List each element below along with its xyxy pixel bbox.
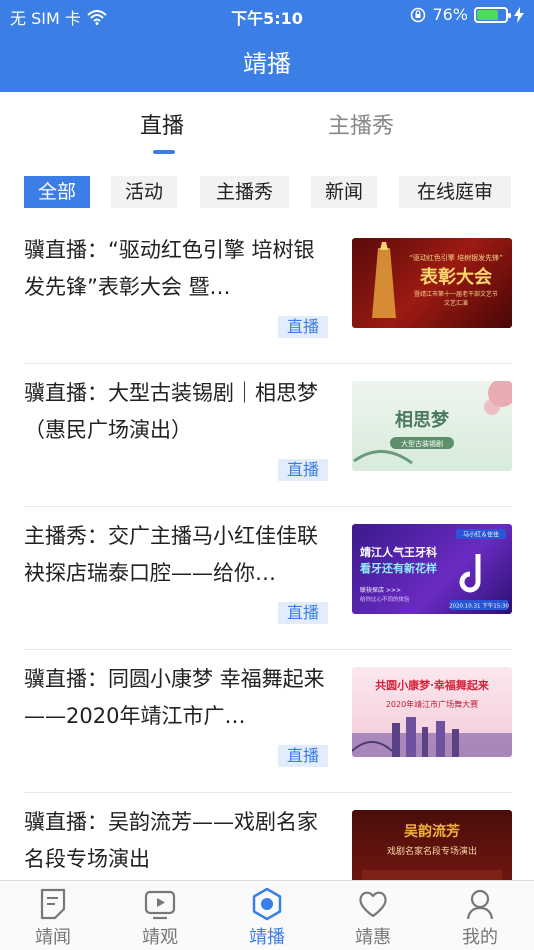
svg-text:共圆小康梦·幸福舞起来: 共圆小康梦·幸福舞起来 [375,678,490,692]
filter-news[interactable]: 新闻 [311,176,377,208]
page-title: 靖播 [243,50,291,78]
svg-text:表彰大会: 表彰大会 [420,266,492,288]
list-item[interactable]: 骥直播：同圆小康梦 幸福舞起来——2020年靖江市广… 直播 共圆小康梦·幸福舞… [24,651,512,793]
tabbar-news[interactable]: 靖闻 [18,887,88,949]
document-icon [40,888,66,920]
tabbar-label: 靖惠 [355,927,391,948]
svg-text:“驱动红色引擎 培树银发先锋”: “驱动红色引擎 培树银发先锋” [409,253,502,262]
thumbnail-art: 马小红＆佳佳 靖江人气王牙科 看牙还有新花样 联袂探店 >>> 给你比心不同的体… [360,529,510,610]
svg-text:看牙还有新花样: 看牙还有新花样 [360,561,437,575]
filter-chips: 全部 活动 主播秀 新闻 在线庭审 [0,176,534,208]
bottom-tab-bar: 靖闻 靖观 靖播 靖惠 我的 [0,880,534,950]
list-item[interactable]: 骥直播：大型古装锡剧｜相思梦（惠民广场演出） 直播 相思梦 大型古装锡剧 [24,365,512,507]
live-tag: 直播 [278,602,329,624]
status-bar: 无 SIM 卡 下午5:10 76% [0,0,534,32]
rotation-lock-icon [411,7,426,22]
play-screen-icon [144,890,176,920]
item-title: 骥直播：大型古装锡剧｜相思梦（惠民广场演出） [24,381,318,442]
user-icon [466,889,494,920]
svg-text:文艺汇演: 文艺汇演 [444,299,468,307]
tabbar-broadcast[interactable]: 靖播 [232,887,302,949]
item-thumbnail: “驱动红色引擎 培树银发先锋” 表彰大会 暨靖江市第十一届老干部文艺节 文艺汇演 [352,238,512,328]
list-item[interactable]: 主播秀：交广主播马小红佳佳联袂探店瑞泰口腔——给你… 直播 马小红＆佳佳 靖江人… [24,508,512,650]
filter-all[interactable]: 全部 [24,176,90,208]
filter-anchor-show[interactable]: 主播秀 [200,176,289,208]
app-header: 无 SIM 卡 下午5:10 76% 靖播 [0,0,534,92]
item-thumbnail: 共圆小康梦·幸福舞起来 2020年靖江市广场舞大赛 [352,667,512,757]
hexagon-icon [252,887,282,921]
active-tab-indicator [153,150,175,154]
item-title: 骥直播：吴韵流芳——戏剧名家名段专场演出 [24,810,318,871]
svg-text:联袂探店 >>>: 联袂探店 >>> [360,586,401,594]
tabbar-label: 我的 [462,927,498,948]
filter-activity[interactable]: 活动 [111,176,177,208]
tabbar-me[interactable]: 我的 [445,887,515,949]
tabbar-label: 靖闻 [35,927,71,948]
tabbar-benefits[interactable]: 靖惠 [338,887,408,949]
live-tag: 直播 [278,316,329,338]
live-tag: 直播 [278,745,329,767]
item-thumbnail: 马小红＆佳佳 靖江人气王牙科 看牙还有新花样 联袂探店 >>> 给你比心不同的体… [352,524,512,614]
svg-text:靖江人气王牙科: 靖江人气王牙科 [360,545,437,559]
tab-anchor-show[interactable]: 主播秀 [328,108,394,140]
svg-text:马小红＆佳佳: 马小红＆佳佳 [463,531,499,539]
charging-bolt-icon [514,6,524,23]
item-title: 骥直播：同圆小康梦 幸福舞起来——2020年靖江市广… [24,667,325,728]
heart-icon [359,891,387,918]
list-item[interactable]: 骥直播：“驱动红色引擎 培树银发先锋”表彰大会 暨… 直播 “驱动红色引擎 培树… [24,222,512,364]
top-tabs: 直播 主播秀 [0,92,534,156]
filter-online-trial[interactable]: 在线庭审 [399,176,511,208]
thumbnail-art: 相思梦 大型古装锡剧 [353,381,512,465]
svg-text:2020年靖江市广场舞大赛: 2020年靖江市广场舞大赛 [386,699,478,709]
svg-text:大型古装锡剧: 大型古装锡剧 [401,439,443,448]
svg-text:相思梦: 相思梦 [395,409,450,431]
item-title: 主播秀：交广主播马小红佳佳联袂探店瑞泰口腔——给你… [24,524,318,585]
battery-icon [474,6,511,23]
tabbar-label: 靖播 [249,927,285,948]
thumbnail-art: 共圆小康梦·幸福舞起来 2020年靖江市广场舞大赛 [352,678,512,757]
item-title: 骥直播：“驱动红色引擎 培树银发先锋”表彰大会 暨… [24,238,315,299]
svg-text:给你比心不同的体验: 给你比心不同的体验 [360,595,410,603]
tab-live[interactable]: 直播 [140,108,184,140]
svg-text:吴韵流芳: 吴韵流芳 [404,823,460,840]
live-tag: 直播 [278,459,329,481]
svg-text:暨靖江市第十一届老干部文艺节: 暨靖江市第十一届老干部文艺节 [414,290,498,298]
tabbar-label: 靖观 [142,927,178,948]
tabbar-watch[interactable]: 靖观 [125,887,195,949]
item-thumbnail: 相思梦 大型古装锡剧 [352,381,512,471]
battery-percent: 76% [432,5,468,24]
svg-text:戏剧名家名段专场演出: 戏剧名家名段专场演出 [387,845,477,857]
thumbnail-art: “驱动红色引擎 培树银发先锋” 表彰大会 暨靖江市第十一届老干部文艺节 文艺汇演 [372,242,503,318]
svg-text:2020.10.31 下午15:30: 2020.10.31 下午15:30 [449,602,510,610]
